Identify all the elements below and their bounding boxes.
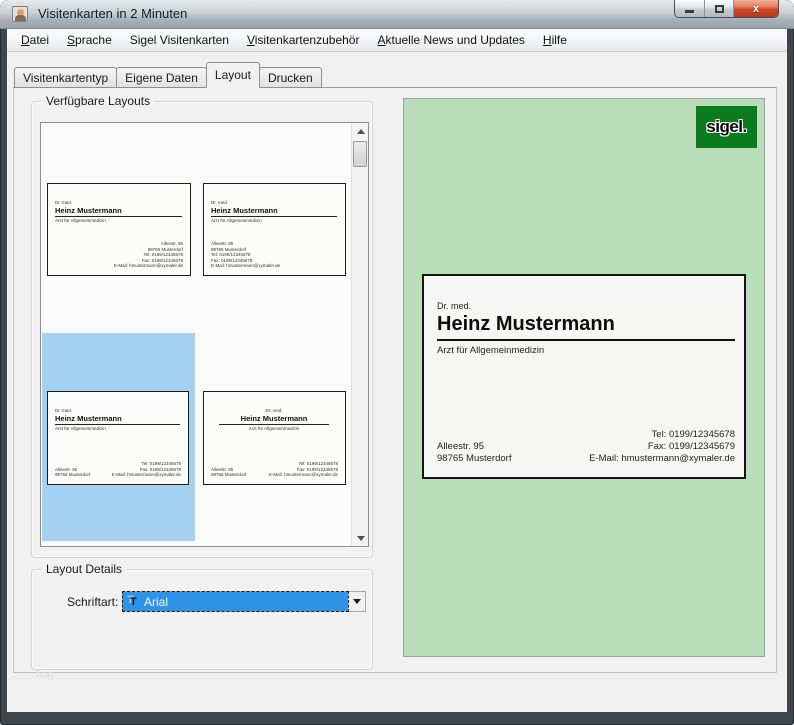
tab-strip: Visitenkartentyp Eigene Daten Layout Dru… xyxy=(14,62,321,88)
close-button[interactable]: x xyxy=(733,0,778,17)
sigel-logo: sigel. xyxy=(696,106,757,148)
layout-option-1[interactable]: Dr. med. Heinz Mustermann Arzt für Allge… xyxy=(47,183,191,276)
thumb-name: Heinz Mustermann xyxy=(211,206,337,217)
thumb-profession: Arzt für Allgemeinmedizin xyxy=(211,426,337,432)
scroll-down-button[interactable] xyxy=(352,530,369,546)
maximize-button[interactable] xyxy=(704,0,733,17)
thumb-contact-block: Alleestr. 95 98765 Musterdorf Tel: 0199/… xyxy=(211,241,280,269)
arrow-up-icon xyxy=(357,129,365,134)
app-icon xyxy=(12,6,28,22)
maximize-icon xyxy=(715,5,724,13)
layout-details-title: Layout Details xyxy=(42,562,126,576)
app-window: Visitenkarten in 2 Minuten x Datei Sprac… xyxy=(0,0,794,725)
thumb-address-block: Alleestr. 95 98765 Musterdorf xyxy=(211,467,246,478)
watermark-text: flag xyxy=(36,669,54,681)
layout-option-2[interactable]: Dr. med. Heinz Mustermann Arzt für Allge… xyxy=(203,183,346,276)
menu-sprache[interactable]: Sprache xyxy=(58,30,121,50)
thumb-profession: Arzt für Allgemeinmedizin xyxy=(55,218,182,224)
layout-tab-page: Verfügbare Layouts Dr. med. Heinz Muster… xyxy=(13,87,777,673)
menu-sigel-visitenkarten[interactable]: Sigel Visitenkarten xyxy=(121,30,238,50)
thumb-address-block: Alleestr. 95 98765 Musterdorf xyxy=(55,467,90,478)
font-combobox-dropdown-button[interactable] xyxy=(348,592,365,611)
tab-visitenkartentyp[interactable]: Visitenkartentyp xyxy=(14,67,117,88)
chevron-down-icon xyxy=(353,599,361,604)
titlebar[interactable]: Visitenkarten in 2 Minuten x xyxy=(0,0,794,29)
font-combobox-value[interactable]: TT Arial xyxy=(123,592,348,611)
preview-title-prefix: Dr. med. xyxy=(437,300,735,312)
layout-option-3-selected[interactable]: Dr. med. Heinz Mustermann Arzt für Allge… xyxy=(47,391,189,485)
thumb-profession: Arzt für Allgemeinmedizin xyxy=(55,426,180,432)
scrollbar-thumb[interactable] xyxy=(353,141,367,167)
sigel-logo-text: sigel. xyxy=(706,117,746,137)
available-layouts-groupbox: Verfügbare Layouts Dr. med. Heinz Muster… xyxy=(31,101,373,558)
available-layouts-title: Verfügbare Layouts xyxy=(42,94,154,108)
layout-option-4[interactable]: Dr. med. Heinz Mustermann Arzt für Allge… xyxy=(203,391,346,485)
preview-name: Heinz Mustermann xyxy=(437,312,735,341)
tab-eigene-daten[interactable]: Eigene Daten xyxy=(116,67,207,88)
preview-profession: Arzt für Allgemeinmedizin xyxy=(437,344,735,357)
card-preview-panel: sigel. Dr. med. Heinz Mustermann Arzt fü… xyxy=(403,98,765,657)
layout-details-groupbox: Layout Details Schriftart: TT Arial xyxy=(31,569,373,670)
window-title: Visitenkarten in 2 Minuten xyxy=(38,6,187,21)
truetype-font-icon: TT xyxy=(127,595,140,608)
tab-layout[interactable]: Layout xyxy=(206,62,260,88)
minimize-icon xyxy=(685,10,694,13)
scroll-up-button[interactable] xyxy=(352,123,369,139)
arrow-down-icon xyxy=(357,536,365,541)
thumb-name: Heinz Mustermann xyxy=(219,414,330,425)
thumb-name: Heinz Mustermann xyxy=(55,206,182,217)
tab-drucken[interactable]: Drucken xyxy=(259,67,322,88)
thumb-contact-block: Tel: 0199/12345678 Fax: 0199/12345679 E-… xyxy=(112,461,181,478)
thumb-profession: Arzt für Allgemeinmedizin xyxy=(211,218,337,224)
preview-contact-block: Tel: 0199/12345678 Fax: 0199/12345679 E-… xyxy=(589,429,735,465)
caption-buttons: x xyxy=(674,0,779,18)
client-area: Datei Sprache Sigel Visitenkarten Visite… xyxy=(7,29,787,712)
font-label: Schriftart: xyxy=(67,595,118,609)
layout-list-scrollbar[interactable] xyxy=(351,123,368,546)
menu-news-updates[interactable]: Aktuelle News und Updates xyxy=(368,30,533,50)
thumb-name: Heinz Mustermann xyxy=(55,414,180,425)
thumb-contact-block: Tel: 0199/12345678 Fax: 0199/12345679 E-… xyxy=(269,461,338,478)
minimize-button[interactable] xyxy=(675,0,704,17)
business-card-preview: Dr. med. Heinz Mustermann Arzt für Allge… xyxy=(422,274,746,479)
layout-list[interactable]: Dr. med. Heinz Mustermann Arzt für Allge… xyxy=(40,122,369,547)
font-name: Arial xyxy=(144,595,168,609)
thumb-contact-block: Alleestr. 95 98765 Musterdorf Tel: 0199/… xyxy=(114,241,183,269)
menu-visitenkartenzubehoer[interactable]: Visitenkartenzubehör xyxy=(238,30,369,50)
menubar: Datei Sprache Sigel Visitenkarten Visite… xyxy=(7,29,787,52)
preview-address-block: Alleestr. 95 98765 Musterdorf xyxy=(437,441,511,465)
menu-hilfe[interactable]: Hilfe xyxy=(534,30,576,50)
font-combobox[interactable]: TT Arial xyxy=(122,591,366,612)
menu-datei[interactable]: Datei xyxy=(12,30,58,50)
